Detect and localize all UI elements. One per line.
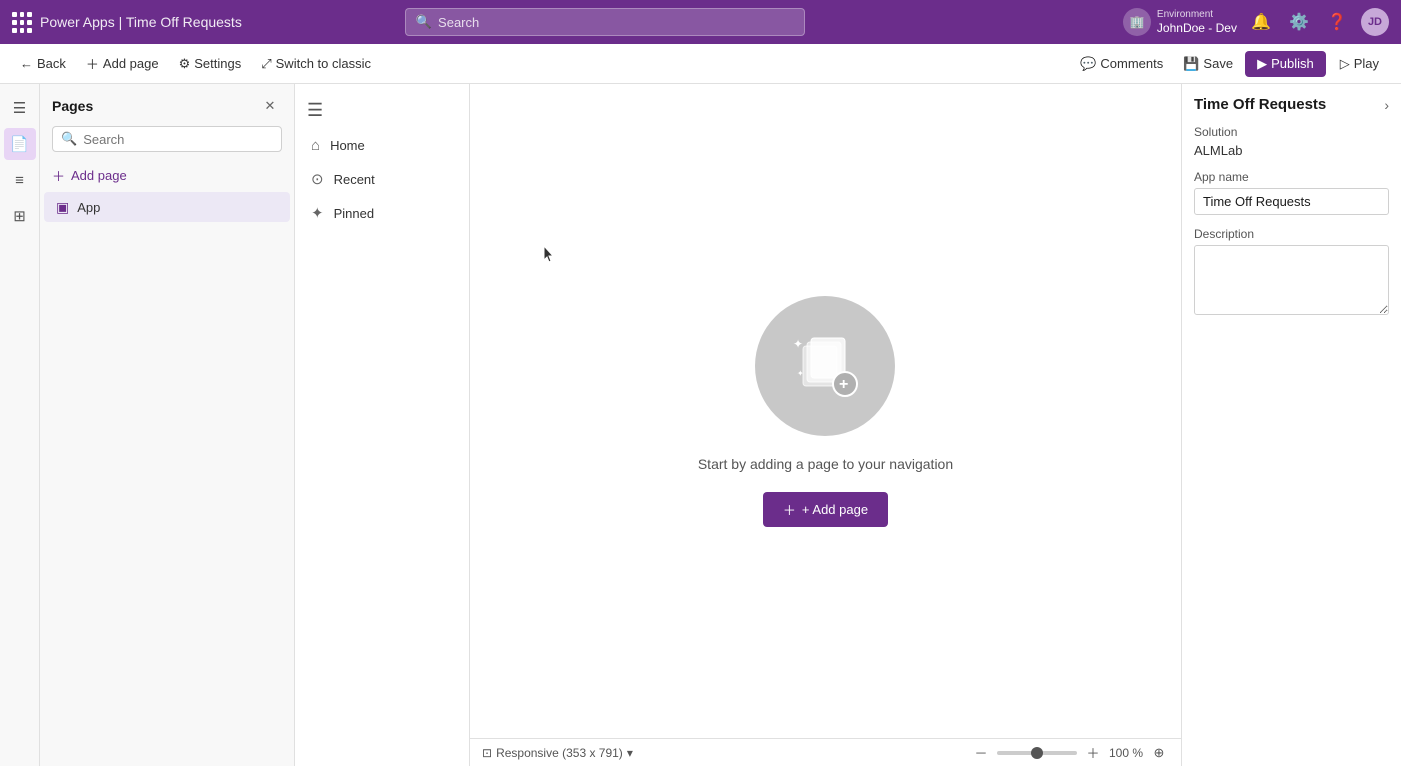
- switch-classic-button[interactable]: ⤢ Switch to classic: [253, 52, 379, 76]
- svg-text:✦: ✦: [793, 337, 803, 351]
- waffle-icon[interactable]: [12, 12, 32, 32]
- add-page-button[interactable]: ＋ Add page: [78, 50, 167, 77]
- recent-icon: ⊙: [311, 170, 324, 188]
- top-nav-bar: Power Apps | Time Off Requests 🔍 🏢 Envir…: [0, 0, 1401, 44]
- zoom-out-button[interactable]: －: [971, 743, 991, 763]
- left-database-icon[interactable]: ⊞: [4, 200, 36, 232]
- zoom-thumb[interactable]: [1031, 747, 1043, 759]
- nav-item-recent[interactable]: ⊙ Recent: [295, 162, 469, 196]
- right-panel: Time Off Requests › Solution ALMLab App …: [1181, 84, 1401, 766]
- add-page-canvas-button[interactable]: ＋ + Add page: [763, 492, 888, 527]
- right-panel-title: Time Off Requests: [1194, 96, 1326, 113]
- page-item-label: App: [77, 200, 253, 215]
- canvas-bottom-bar: ⊡ Responsive (353 x 791) ▾ － ＋ 100 % ⊕: [470, 738, 1181, 766]
- add-page-canvas-icon: ＋: [783, 500, 796, 519]
- back-icon: ←: [20, 56, 33, 71]
- save-icon: 💾: [1183, 56, 1199, 72]
- svg-text:✦: ✦: [797, 369, 804, 378]
- comment-icon: 💬: [1080, 56, 1096, 72]
- nav-item-pinned[interactable]: ✦ Pinned: [295, 196, 469, 230]
- publish-button[interactable]: ▶ Publish: [1245, 51, 1326, 77]
- pages-search-box[interactable]: 🔍: [52, 126, 282, 152]
- solution-value: ALMLab: [1194, 143, 1389, 158]
- left-icon-bar: ☰ 📄 ≡ ⊞: [0, 84, 40, 766]
- canvas-area: ✦ ✦ ✦ + Start by adding a page to your n…: [470, 84, 1181, 766]
- svg-text:+: +: [839, 376, 848, 393]
- pages-title: Pages: [52, 98, 93, 114]
- right-panel-header: Time Off Requests ›: [1194, 96, 1389, 113]
- play-icon: ▷: [1340, 56, 1350, 72]
- pages-list: ▣ App •••: [40, 191, 294, 766]
- top-nav-right: 🏢 Environment JohnDoe - Dev 🔔 ⚙️ ❓ JD: [1123, 8, 1389, 37]
- add-icon: ＋: [86, 54, 99, 73]
- app-name-input[interactable]: [1194, 188, 1389, 215]
- notifications-icon[interactable]: 🔔: [1247, 8, 1275, 36]
- add-page-plus-icon: ＋: [52, 166, 65, 185]
- toolbar-right: 💬 Comments 💾 Save ▶ Publish ▷ Play: [1072, 51, 1389, 77]
- main-layout: ☰ 📄 ≡ ⊞ Pages ✕ 🔍 ＋ Add page ▣ App ••• ☰: [0, 84, 1401, 766]
- app-name-label: App name: [1194, 170, 1389, 184]
- left-pages-icon[interactable]: 📄: [4, 128, 36, 160]
- add-page-panel-button[interactable]: ＋ Add page: [40, 160, 294, 191]
- home-icon: ⌂: [311, 137, 320, 154]
- back-button[interactable]: ← Back: [12, 52, 74, 75]
- pages-panel: Pages ✕ 🔍 ＋ Add page ▣ App •••: [40, 84, 295, 766]
- responsive-icon: ⊡: [482, 746, 492, 760]
- app-name-field-group: App name: [1194, 170, 1389, 215]
- switch-icon: ⤢: [261, 56, 271, 72]
- gear-icon: ⚙: [179, 56, 191, 72]
- responsive-label[interactable]: ⊡ Responsive (353 x 791) ▾: [482, 746, 633, 760]
- nav-hamburger-icon[interactable]: ☰: [295, 92, 469, 129]
- left-tree-icon[interactable]: ≡: [4, 164, 36, 196]
- empty-state-icon: ✦ ✦ ✦ +: [755, 296, 895, 436]
- pages-search-input[interactable]: [83, 132, 273, 147]
- app-title: Power Apps | Time Off Requests: [40, 14, 242, 30]
- search-icon: 🔍: [416, 14, 432, 30]
- settings-icon[interactable]: ⚙️: [1285, 8, 1313, 36]
- second-toolbar: ← Back ＋ Add page ⚙ Settings ⤢ Switch to…: [0, 44, 1401, 84]
- solution-field-group: Solution ALMLab: [1194, 125, 1389, 158]
- description-field-group: Description: [1194, 227, 1389, 315]
- close-pages-panel-button[interactable]: ✕: [258, 94, 282, 118]
- solution-label: Solution: [1194, 125, 1389, 139]
- right-panel-chevron-icon[interactable]: ›: [1384, 97, 1389, 113]
- description-label: Description: [1194, 227, 1389, 241]
- publish-icon: ▶: [1257, 56, 1267, 72]
- save-button[interactable]: 💾 Save: [1175, 52, 1241, 76]
- pin-icon: ✦: [311, 204, 324, 222]
- help-icon[interactable]: ❓: [1323, 8, 1351, 36]
- zoom-slider[interactable]: [997, 751, 1077, 755]
- top-nav-left: Power Apps | Time Off Requests: [12, 12, 242, 32]
- play-button[interactable]: ▷ Play: [1330, 51, 1389, 77]
- comments-button[interactable]: 💬 Comments: [1072, 52, 1171, 76]
- pages-panel-header: Pages ✕: [40, 84, 294, 126]
- zoom-controls: － ＋ 100 % ⊕: [971, 743, 1169, 763]
- environment-icon: 🏢: [1123, 8, 1151, 36]
- avatar[interactable]: JD: [1361, 8, 1389, 36]
- nav-item-home[interactable]: ⌂ Home: [295, 129, 469, 162]
- cursor-arrow: [540, 244, 560, 267]
- top-search-input[interactable]: [438, 15, 794, 30]
- zoom-in-button[interactable]: ＋: [1083, 743, 1103, 763]
- page-item-app[interactable]: ▣ App •••: [44, 192, 290, 222]
- responsive-chevron-icon: ▾: [627, 746, 633, 760]
- left-menu-icon[interactable]: ☰: [4, 92, 36, 124]
- zoom-percent: 100 %: [1109, 746, 1143, 760]
- settings-button[interactable]: ⚙ Settings: [171, 52, 250, 76]
- empty-state: ✦ ✦ ✦ + Start by adding a page to your n…: [698, 296, 953, 527]
- fit-view-icon[interactable]: ⊕: [1149, 743, 1169, 763]
- page-app-icon: ▣: [56, 199, 69, 216]
- top-search-bar[interactable]: 🔍: [405, 8, 805, 36]
- nav-preview-panel: ☰ ⌂ Home ⊙ Recent ✦ Pinned: [295, 84, 470, 766]
- pages-search-icon: 🔍: [61, 131, 77, 147]
- empty-state-text: Start by adding a page to your navigatio…: [698, 456, 953, 472]
- description-textarea[interactable]: [1194, 245, 1389, 315]
- environment-info: 🏢 Environment JohnDoe - Dev: [1123, 8, 1237, 37]
- canvas-inner: ✦ ✦ ✦ + Start by adding a page to your n…: [470, 84, 1181, 738]
